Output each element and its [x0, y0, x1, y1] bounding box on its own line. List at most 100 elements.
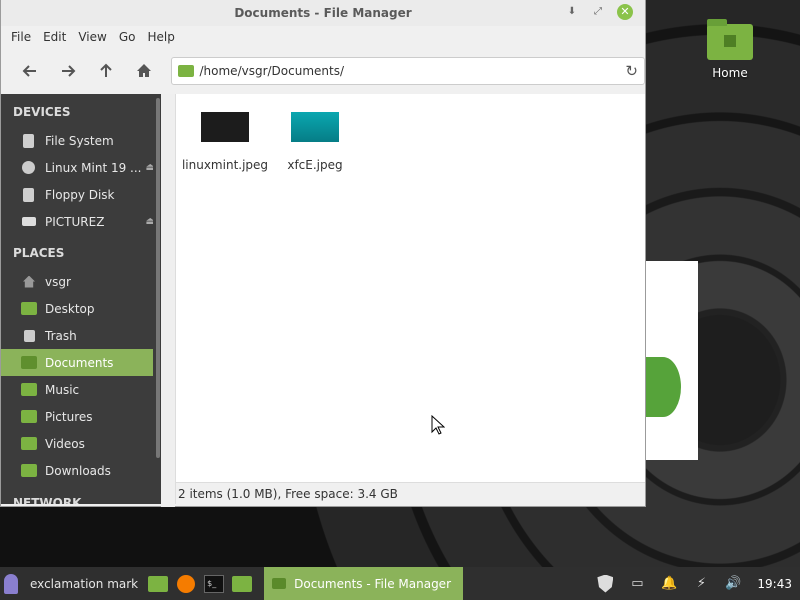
- power-icon[interactable]: ⚡: [693, 576, 709, 592]
- desktop-home-icon[interactable]: Home: [700, 19, 760, 80]
- terminal-icon: $_: [204, 574, 225, 593]
- folder-icon: [232, 575, 253, 592]
- minimize-icon[interactable]: ⬇: [565, 5, 579, 19]
- trash-icon: [24, 329, 35, 342]
- forward-icon[interactable]: [49, 55, 87, 87]
- menu-help[interactable]: Help: [141, 30, 180, 44]
- sidebar-item-label: Trash: [45, 328, 77, 343]
- sidebar-item-label: Downloads: [45, 463, 111, 478]
- folder-icon: [177, 65, 194, 77]
- menu-button[interactable]: exclamation mark: [0, 567, 144, 600]
- sidebar-places-header: PLACES: [13, 246, 65, 260]
- home-icon: [23, 275, 35, 288]
- file-name: linuxmint.jpeg: [181, 158, 269, 172]
- folder-icon: [272, 578, 287, 589]
- sidebar-item-label: Documents: [45, 355, 114, 370]
- sidebar-item-desktop[interactable]: Desktop: [1, 295, 161, 322]
- sidebar-item-label: Floppy Disk: [45, 187, 115, 202]
- folder-icon: [21, 356, 37, 369]
- folder-icon: [21, 437, 37, 450]
- sidebar-item-downloads[interactable]: Downloads: [1, 457, 161, 484]
- sidebar: DEVICES File System Linux Mint 19 ... ⏏ …: [1, 94, 161, 504]
- image-thumbnail: [291, 112, 339, 142]
- firefox-icon: [177, 574, 196, 593]
- file-name: xfcE.jpeg: [287, 158, 343, 172]
- disc-icon: [22, 161, 35, 174]
- sidebar-item-picturez[interactable]: PICTUREZ ⏏: [1, 208, 161, 235]
- sidebar-item-videos[interactable]: Videos: [1, 430, 161, 457]
- folder-icon: [21, 464, 37, 477]
- maximize-icon[interactable]: ⤢: [591, 5, 605, 19]
- sidebar-item-file-system[interactable]: File System: [1, 127, 161, 154]
- home-folder-icon: [707, 19, 753, 60]
- sidebar-item-label: PICTUREZ: [45, 214, 105, 229]
- quicklaunch-folder[interactable]: [228, 567, 256, 600]
- folder-icon: [148, 575, 169, 592]
- menu-edit[interactable]: Edit: [37, 30, 72, 44]
- task-label: Documents - File Manager: [294, 576, 451, 591]
- menu-icon: [4, 573, 18, 594]
- sidebar-item-label: File System: [45, 133, 114, 148]
- sidebar-item-label: Desktop: [45, 301, 95, 316]
- up-icon[interactable]: [87, 55, 125, 87]
- scrollbar-thumb[interactable]: [156, 98, 160, 458]
- sidebar-item-linux-mint[interactable]: Linux Mint 19 ... ⏏: [1, 154, 161, 181]
- usb-drive-icon: [22, 217, 36, 226]
- folder-icon: [21, 302, 37, 315]
- reload-icon[interactable]: ↻: [625, 62, 638, 80]
- background-window[interactable]: [645, 261, 698, 460]
- menu-file[interactable]: File: [5, 30, 37, 44]
- location-bar[interactable]: /home/vsgr/Documents/ ↻: [170, 57, 645, 85]
- sidebar-item-vsgr[interactable]: vsgr: [1, 268, 161, 295]
- sidebar-item-music[interactable]: Music: [1, 376, 161, 403]
- file-item[interactable]: linuxmint.jpeg: [180, 112, 270, 172]
- back-icon[interactable]: [11, 55, 49, 87]
- notification-bell-icon[interactable]: 🔔: [661, 576, 677, 592]
- desktop-home-label: Home: [712, 66, 748, 80]
- sidebar-item-label: Music: [45, 382, 80, 397]
- file-view[interactable]: linuxmint.jpeg xfcE.jpeg 2 items (1.0 MB…: [175, 94, 645, 504]
- location-path: /home/vsgr/Documents/: [199, 64, 345, 78]
- taskbar-task-file-manager[interactable]: Documents - File Manager: [264, 567, 464, 600]
- image-thumbnail: [201, 112, 249, 142]
- quicklaunch-files[interactable]: [144, 567, 172, 600]
- file-item[interactable]: xfcE.jpeg: [270, 112, 360, 172]
- sidebar-item-label: Linux Mint 19 ...: [45, 160, 142, 175]
- pane-splitter[interactable]: [161, 94, 175, 507]
- sidebar-devices-header: DEVICES: [13, 105, 71, 119]
- taskbar: exclamation mark $_ Documents - File Man…: [0, 567, 800, 600]
- sidebar-item-floppy-disk[interactable]: Floppy Disk: [1, 181, 161, 208]
- shield-icon[interactable]: [597, 574, 614, 593]
- menu-view[interactable]: View: [72, 30, 112, 44]
- status-text: 2 items (1.0 MB), Free space: 3.4 GB: [178, 486, 398, 501]
- display-icon[interactable]: ▭: [629, 576, 645, 592]
- volume-icon[interactable]: 🔊: [725, 576, 741, 592]
- file-manager-window: Documents - File Manager ⬇ ⤢ ✕ File Edit…: [0, 0, 646, 507]
- sidebar-item-pictures[interactable]: Pictures: [1, 403, 161, 430]
- titlebar[interactable]: Documents - File Manager ⬇ ⤢ ✕: [1, 0, 645, 26]
- menu-label: exclamation mark: [30, 576, 139, 591]
- drive-icon: [23, 133, 34, 148]
- sidebar-scrollbar[interactable]: [153, 94, 161, 504]
- sidebar-item-label: Videos: [45, 436, 85, 451]
- folder-icon: [21, 410, 37, 423]
- drive-icon: [23, 187, 34, 202]
- quicklaunch-firefox[interactable]: [172, 567, 200, 600]
- folder-icon: [21, 383, 37, 396]
- sidebar-item-documents[interactable]: Documents: [1, 349, 161, 376]
- home-icon[interactable]: [125, 55, 163, 87]
- menubar: File Edit View Go Help: [1, 26, 645, 48]
- clock[interactable]: 19:43: [757, 577, 792, 591]
- status-bar: 2 items (1.0 MB), Free space: 3.4 GB: [176, 482, 645, 504]
- menu-go[interactable]: Go: [113, 30, 142, 44]
- mouse-cursor-icon: [431, 415, 445, 435]
- sidebar-network-header: NETWORK: [13, 496, 82, 504]
- system-tray: ▭ 🔔 ⚡ 🔊 19:43: [597, 574, 800, 593]
- window-title: Documents - File Manager: [234, 6, 412, 20]
- sidebar-item-label: Pictures: [45, 409, 93, 424]
- sidebar-item-trash[interactable]: Trash: [1, 322, 161, 349]
- toolbar: /home/vsgr/Documents/ ↻: [1, 48, 645, 94]
- leaf-image: [645, 357, 681, 417]
- quicklaunch-terminal[interactable]: $_: [200, 567, 228, 600]
- close-icon[interactable]: ✕: [617, 4, 633, 20]
